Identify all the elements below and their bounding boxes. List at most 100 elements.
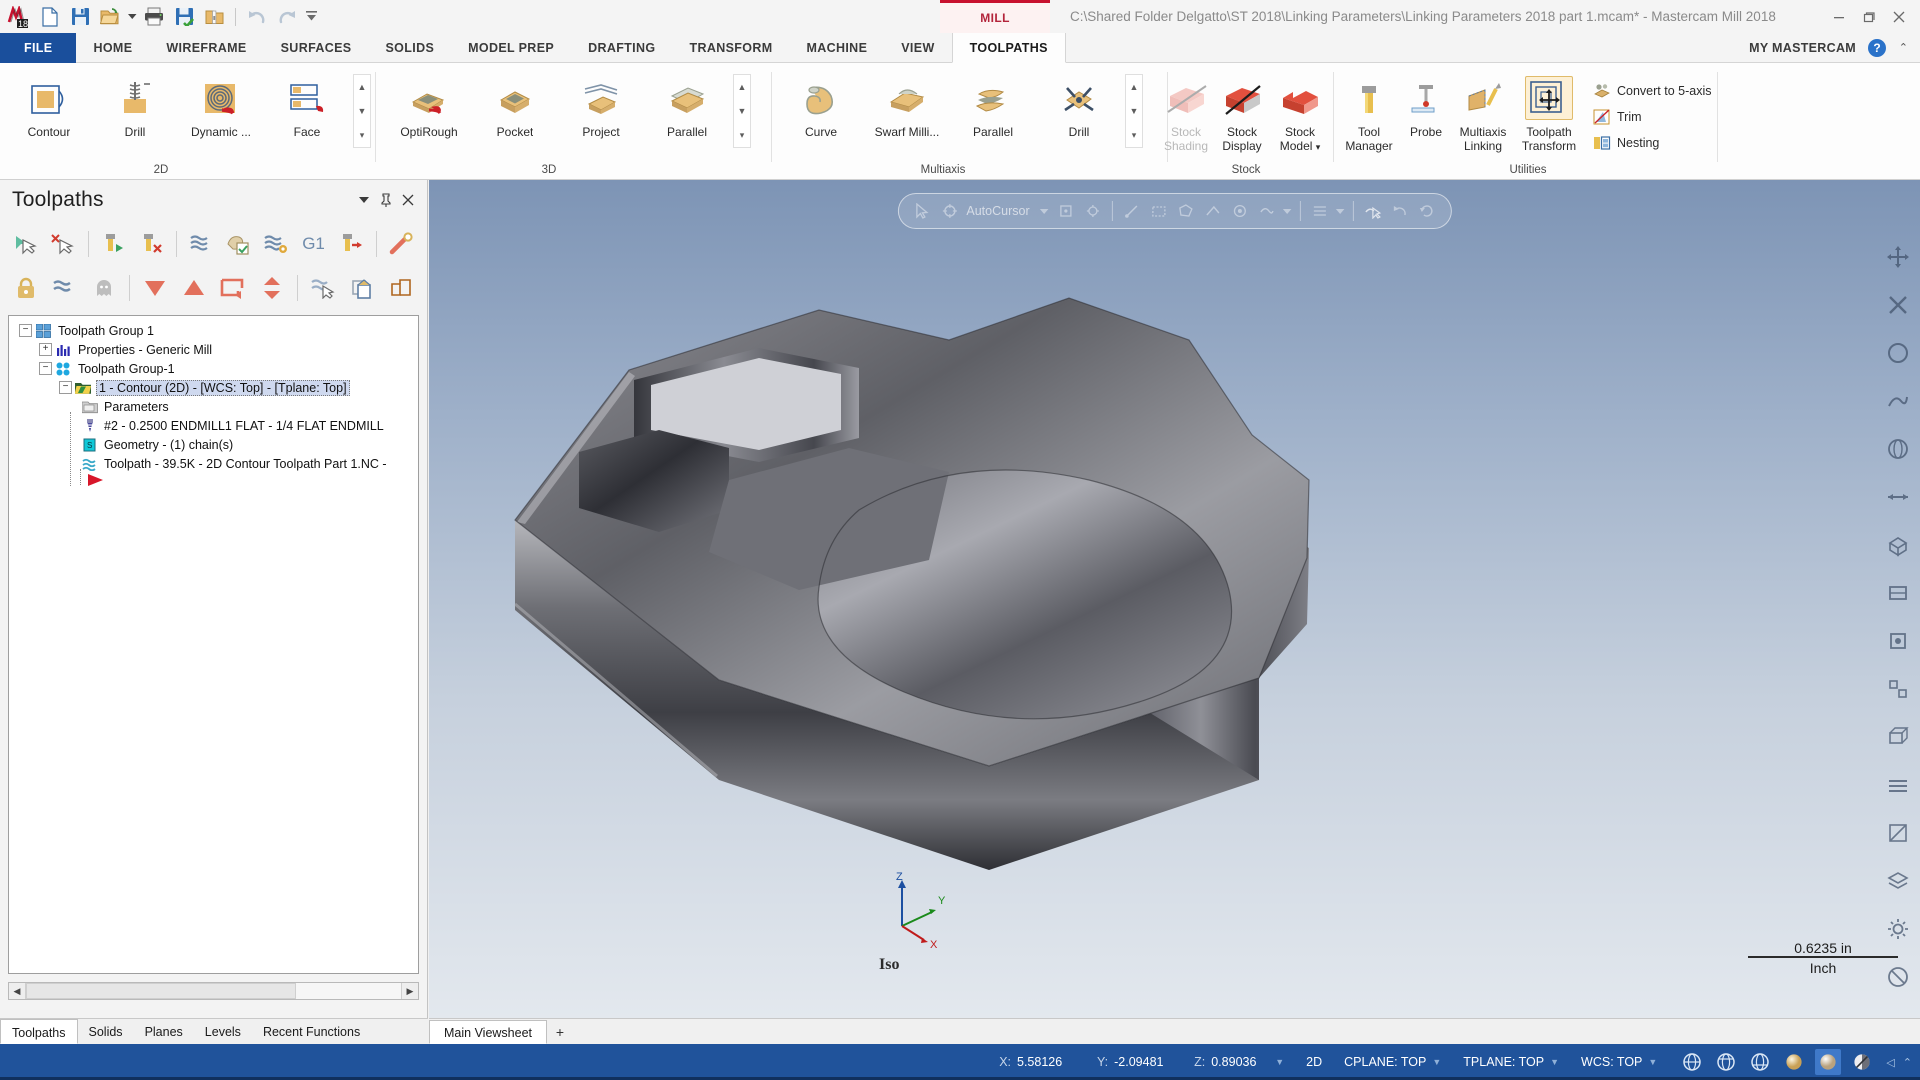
shade-gouraud-icon[interactable] xyxy=(1815,1049,1842,1075)
gallery-scroll-3d[interactable]: ▲ ▼ ▾ xyxy=(733,74,751,148)
zoom-target-icon[interactable] xyxy=(1881,336,1915,370)
status-cplane[interactable]: CPLANE: TOP ▼ xyxy=(1333,1055,1452,1069)
ribbon-button-nesting[interactable]: Nesting xyxy=(1592,132,1711,153)
globe-top-icon[interactable] xyxy=(1713,1049,1739,1075)
gallery-scroll-down-icon[interactable]: ▼ xyxy=(358,106,367,116)
tab-wireframe[interactable]: WIREFRAME xyxy=(149,33,263,63)
status-coord-x[interactable]: X: 5.58126 xyxy=(988,1055,1086,1069)
tree-expander[interactable]: − xyxy=(59,381,72,394)
tree-node-parameters[interactable]: Parameters xyxy=(19,397,418,416)
toggle-display-icon[interactable] xyxy=(85,269,122,307)
lock-icon[interactable] xyxy=(8,269,45,307)
regen-selected-icon[interactable] xyxy=(96,225,131,263)
tab-solids[interactable]: SOLIDS xyxy=(369,33,452,63)
collapse-ribbon-icon[interactable]: ⌃ xyxy=(1899,41,1908,54)
ribbon-button-project[interactable]: Project xyxy=(558,72,644,139)
tree-node-operation-1[interactable]: − 1 - Contour (2D) - [WCS: Top] - [Tplan… xyxy=(19,378,418,397)
print-icon[interactable] xyxy=(140,3,168,31)
tree-node-toolpath-group[interactable]: − Toolpath Group-1 xyxy=(19,359,418,378)
tab-transform[interactable]: TRANSFORM xyxy=(672,33,789,63)
pin-icon[interactable] xyxy=(375,189,397,211)
ribbon-button-pocket[interactable]: Pocket xyxy=(472,72,558,139)
ribbon-button-probe[interactable]: Probe xyxy=(1400,72,1452,139)
restore-icon[interactable] xyxy=(1854,4,1884,30)
regen-all-dirty-icon[interactable] xyxy=(184,225,219,263)
tab-drafting[interactable]: DRAFTING xyxy=(571,33,672,63)
tab-file[interactable]: FILE xyxy=(0,33,77,63)
new-file-icon[interactable] xyxy=(36,3,64,31)
ribbon-button-trim[interactable]: Trim xyxy=(1592,106,1711,127)
tab-surfaces[interactable]: SURFACES xyxy=(264,33,369,63)
tab-home[interactable]: HOME xyxy=(76,33,149,63)
expand-up-icon[interactable]: ⌃ xyxy=(1903,1056,1912,1069)
chevron-down-icon[interactable]: ▼ xyxy=(1275,1057,1284,1067)
dynamic-rotate-icon[interactable] xyxy=(1881,432,1915,466)
scroll-thumb[interactable] xyxy=(26,983,296,999)
ribbon-button-stock-display[interactable]: Stock Display xyxy=(1214,72,1270,153)
status-tplane[interactable]: TPLANE: TOP ▼ xyxy=(1452,1055,1570,1069)
select-all-icon[interactable] xyxy=(8,225,43,263)
gallery-scroll-down-icon[interactable]: ▼ xyxy=(738,106,747,116)
ribbon-button-multiaxis-drill[interactable]: Drill xyxy=(1036,72,1122,139)
ribbon-button-stock-shading[interactable]: Stock Shading xyxy=(1158,72,1214,153)
gallery-scroll-multiaxis[interactable]: ▲ ▼ ▾ xyxy=(1125,74,1143,148)
gallery-scroll-down-icon[interactable]: ▼ xyxy=(1130,106,1139,116)
shade-flat-icon[interactable] xyxy=(1781,1049,1807,1075)
status-coord-y[interactable]: Y: -2.09481 xyxy=(1086,1055,1183,1069)
ribbon-button-multiaxis-linking[interactable]: Multiaxis Linking xyxy=(1452,72,1514,153)
toolpath-edit-icon[interactable] xyxy=(384,225,419,263)
gallery-scroll-2d[interactable]: ▲ ▼ ▾ xyxy=(353,74,371,148)
status-expand[interactable]: ◁ ⌃ xyxy=(1886,1056,1920,1069)
unzoom-icon[interactable] xyxy=(1881,288,1915,322)
tree-node-geometry[interactable]: S Geometry - (1) chain(s) xyxy=(19,435,418,454)
chevron-down-icon[interactable]: ▼ xyxy=(1648,1057,1657,1067)
fit-icon[interactable] xyxy=(1881,240,1915,274)
zoom-window-icon[interactable] xyxy=(1881,384,1915,418)
pan-icon[interactable] xyxy=(1881,480,1915,514)
ribbon-button-toolpath-transform[interactable]: Toolpath Transform xyxy=(1514,72,1584,153)
right-view-icon[interactable] xyxy=(1881,672,1915,706)
insert-arrow-icon[interactable] xyxy=(87,473,107,490)
panel-menu-icon[interactable] xyxy=(353,189,375,211)
delete-selected-icon[interactable] xyxy=(133,225,168,263)
scroll-right-icon[interactable]: ▶ xyxy=(401,983,418,999)
tree-expander[interactable]: − xyxy=(39,362,52,375)
my-mastercam-link[interactable]: MY MASTERCAM xyxy=(1749,33,1856,63)
save-icon[interactable] xyxy=(66,3,94,31)
backplot-icon[interactable] xyxy=(221,225,256,263)
machine-tab-mill[interactable]: MILL xyxy=(940,0,1050,33)
tab-toolpaths[interactable]: TOOLPATHS xyxy=(951,33,1066,63)
section-view-icon[interactable] xyxy=(1881,816,1915,850)
ribbon-button-swarf-milling[interactable]: Swarf Milli... xyxy=(864,72,950,139)
toggle-posting-icon[interactable] xyxy=(47,269,84,307)
move-down-icon[interactable] xyxy=(137,269,174,307)
graphics-viewport[interactable]: AutoCursor Z Y X Iso 0.6235 in Inch xyxy=(429,180,1920,1018)
tree-node-tool[interactable]: #2 - 0.2500 ENDMILL1 FLAT - 1/4 FLAT END… xyxy=(19,416,418,435)
ribbon-button-dynamic-mill[interactable]: Dynamic ... xyxy=(178,72,264,139)
tree-node-machine-group[interactable]: − Toolpath Group 1 xyxy=(19,321,418,340)
ribbon-button-convert-to-5axis[interactable]: Convert to 5-axis xyxy=(1592,80,1711,101)
tab-model-prep[interactable]: MODEL PREP xyxy=(451,33,571,63)
add-viewsheet-icon[interactable]: + xyxy=(547,1019,573,1044)
scroll-left-icon[interactable]: ◀ xyxy=(9,983,26,999)
shaded-icon[interactable] xyxy=(1881,768,1915,802)
undo-icon[interactable] xyxy=(243,3,271,31)
tree-node-toolpath[interactable]: Toolpath - 39.5K - 2D Contour Toolpath P… xyxy=(19,454,418,473)
front-view-icon[interactable] xyxy=(1881,624,1915,658)
tab-view[interactable]: VIEW xyxy=(884,33,951,63)
scroll-track[interactable] xyxy=(26,983,401,999)
open-dropdown-icon[interactable] xyxy=(126,3,138,31)
ribbon-button-drill[interactable]: Drill xyxy=(92,72,178,139)
move-up-icon[interactable] xyxy=(176,269,213,307)
wireframe-icon[interactable] xyxy=(1881,720,1915,754)
toggle-arrow-icon[interactable] xyxy=(253,269,290,307)
gallery-expand-icon[interactable]: ▾ xyxy=(740,130,745,140)
close-icon[interactable] xyxy=(1884,4,1914,30)
help-icon[interactable]: ? xyxy=(1868,39,1886,57)
status-coord-z[interactable]: Z: 0.89036 ▼ xyxy=(1183,1055,1295,1069)
save-as-icon[interactable] xyxy=(170,3,198,31)
zip2go-icon[interactable] xyxy=(200,3,228,31)
verify-icon[interactable] xyxy=(258,225,293,263)
ribbon-button-contour[interactable]: Contour xyxy=(6,72,92,139)
panel-tab-toolpaths[interactable]: Toolpaths xyxy=(0,1019,78,1044)
